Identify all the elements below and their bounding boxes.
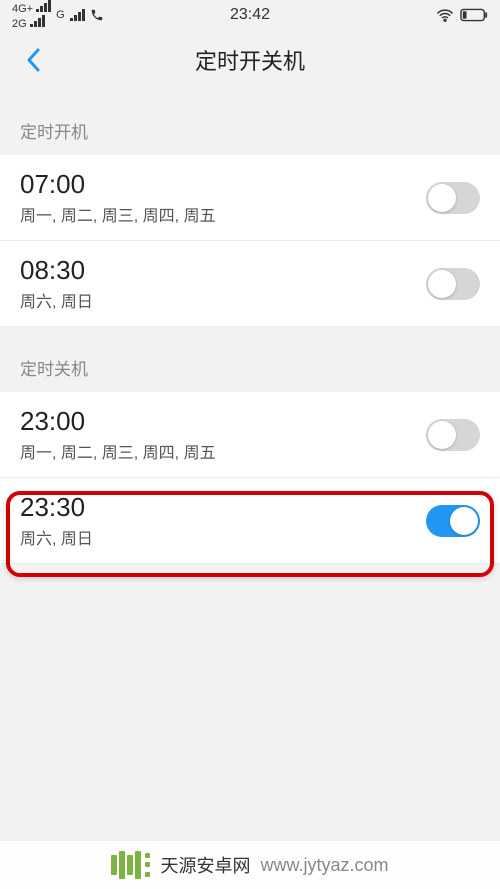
- status-time: 23:42: [230, 6, 270, 24]
- section-header-power-off: 定时关机: [0, 327, 500, 392]
- section-header-power-on: 定时开机: [0, 90, 500, 155]
- status-bar: 4G+ 2G G 23:42: [0, 0, 500, 30]
- back-button[interactable]: [18, 45, 48, 75]
- schedule-time: 23:00: [20, 406, 216, 437]
- wifi-icon: [436, 8, 454, 22]
- signal-icon: [30, 15, 45, 27]
- schedule-time: 23:30: [20, 492, 93, 523]
- battery-icon: [460, 8, 488, 22]
- schedule-item[interactable]: 07:00 周一, 周二, 周三, 周四, 周五: [0, 155, 500, 241]
- schedule-item[interactable]: 23:00 周一, 周二, 周三, 周四, 周五: [0, 392, 500, 478]
- watermark-logo-icon: [111, 851, 150, 879]
- schedule-time: 07:00: [20, 169, 216, 200]
- toggle-switch[interactable]: [426, 419, 480, 451]
- schedule-days: 周一, 周二, 周三, 周四, 周五: [20, 439, 216, 463]
- watermark: 天源安卓网 www.jytyaz.com: [0, 841, 500, 889]
- phone-icon: [90, 8, 104, 22]
- nav-bar: 定时开关机: [0, 30, 500, 90]
- watermark-text: 天源安卓网: [160, 852, 250, 878]
- toggle-switch[interactable]: [426, 268, 480, 300]
- toggle-switch[interactable]: [426, 182, 480, 214]
- status-right: [436, 8, 488, 22]
- signal-icon: [36, 0, 51, 12]
- signal-icon: [70, 9, 85, 21]
- page-title: 定时开关机: [0, 44, 500, 76]
- status-left: 4G+ 2G G: [12, 0, 104, 30]
- schedule-item[interactable]: 08:30 周六, 周日: [0, 241, 500, 327]
- schedule-item[interactable]: 23:30 周六, 周日: [0, 478, 500, 564]
- toggle-switch[interactable]: [426, 505, 480, 537]
- watermark-url: www.jytyaz.com: [260, 855, 388, 876]
- schedule-days: 周六, 周日: [20, 288, 93, 312]
- schedule-time: 08:30: [20, 255, 93, 286]
- schedule-days: 周六, 周日: [20, 525, 93, 549]
- schedule-days: 周一, 周二, 周三, 周四, 周五: [20, 202, 216, 226]
